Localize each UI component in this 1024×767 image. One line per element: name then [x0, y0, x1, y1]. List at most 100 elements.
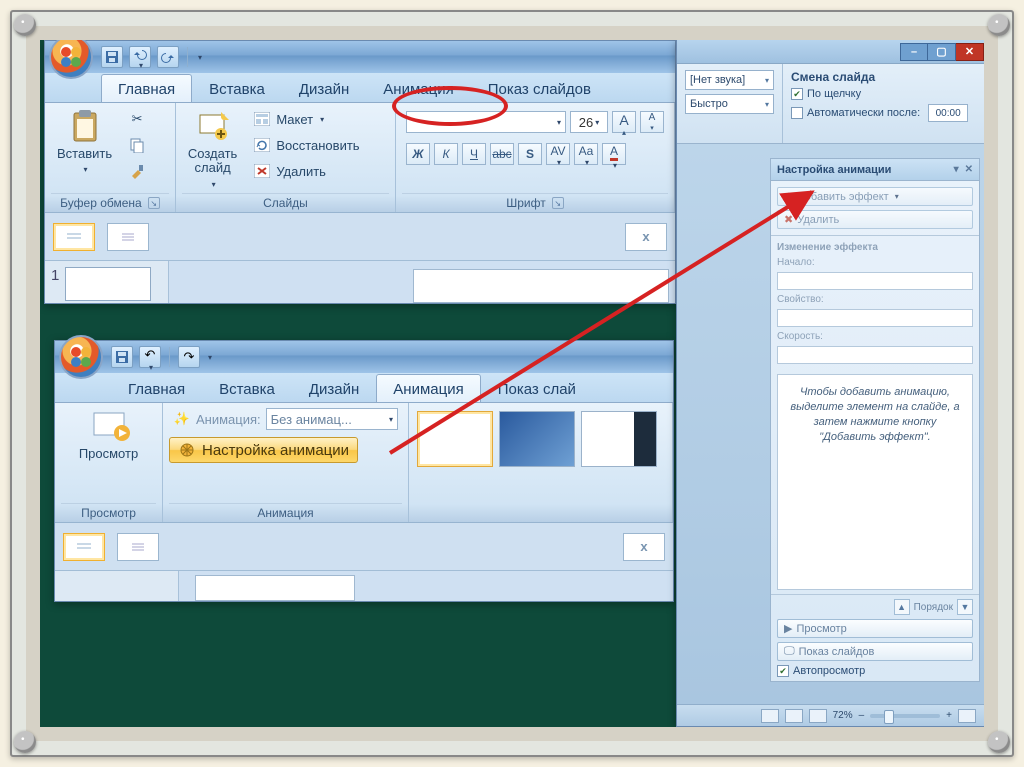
change-case-button[interactable]: Aa▾ — [574, 143, 598, 165]
tab-animation[interactable]: Анимация — [376, 374, 480, 402]
zoom-in-button[interactable]: + — [946, 710, 952, 721]
undo-icon[interactable]: ↶▾ — [139, 346, 161, 368]
undo-icon[interactable]: ▾ — [129, 46, 151, 68]
paste-button[interactable]: Вставить ▾ — [51, 107, 118, 176]
clipboard-icon — [68, 109, 102, 143]
slide-tabs-strip: x — [45, 213, 675, 261]
window-close-button[interactable]: ✕ — [956, 43, 984, 61]
move-down-button[interactable]: ▼ — [957, 599, 973, 615]
transition-options: [Нет звука]▾ Быстро▾ Смена слайда ✔По ще… — [677, 64, 984, 144]
reset-button[interactable]: Восстановить — [249, 133, 363, 157]
taskpane-menu-icon[interactable]: ▾ — [954, 164, 959, 175]
delete-label: Удалить — [276, 164, 326, 179]
play-button[interactable]: ▶Просмотр — [777, 619, 973, 638]
move-up-button[interactable]: ▲ — [894, 599, 910, 615]
dialog-launcher-icon[interactable]: ↘ — [148, 197, 160, 209]
zoom-slider[interactable] — [870, 714, 940, 718]
font-family-combo[interactable]: ▾ — [406, 111, 566, 133]
italic-button[interactable]: К — [434, 143, 458, 165]
preview-icon — [92, 409, 126, 443]
underline-button[interactable]: Ч — [462, 143, 486, 165]
slides-tab[interactable] — [107, 223, 149, 251]
shrink-font-button[interactable]: A▾ — [640, 111, 664, 133]
tab-design[interactable]: Дизайн — [292, 374, 376, 402]
clipboard-group-label: Буфер обмена — [60, 196, 142, 210]
animation-combo[interactable]: Без анимац...▾ — [266, 408, 398, 430]
play-icon: ▶ — [784, 622, 792, 635]
char-spacing-button[interactable]: AV▾ — [546, 143, 570, 165]
dialog-launcher-icon[interactable]: ↘ — [552, 197, 564, 209]
outline-tab[interactable] — [63, 533, 105, 561]
font-size-combo[interactable]: 26▾ — [570, 111, 608, 133]
close-pane-button[interactable]: x — [623, 533, 665, 561]
copy-button[interactable] — [124, 133, 150, 157]
grow-font-button[interactable]: A▴ — [612, 111, 636, 133]
close-pane-button[interactable]: x — [625, 223, 667, 251]
scissors-icon: ✂ — [128, 110, 146, 128]
taskpane-close-icon[interactable]: ✕ — [965, 164, 973, 175]
ribbon-animation: Просмотр Просмотр ✨ Анимация: Без анимац… — [55, 403, 673, 523]
transition-gallery[interactable] — [411, 405, 663, 473]
tab-home[interactable]: Главная — [101, 74, 192, 102]
slide-thumbnail[interactable] — [195, 575, 355, 601]
after-time-field[interactable]: 00:00 — [928, 104, 968, 122]
minimize-button[interactable]: – — [900, 43, 928, 61]
view-slideshow-button[interactable] — [809, 709, 827, 723]
zoom-value: 72% — [833, 710, 853, 721]
font-color-button[interactable]: A▾ — [602, 143, 626, 165]
fit-window-button[interactable] — [958, 709, 976, 723]
chevron-down-icon: ▾ — [212, 180, 216, 189]
autopreview-check[interactable]: ✔Автопросмотр — [777, 665, 973, 677]
speed-combo[interactable] — [777, 346, 973, 364]
tab-insert[interactable]: Вставка — [192, 74, 282, 102]
maximize-button[interactable]: ▢ — [928, 43, 956, 61]
outline-tab[interactable] — [53, 223, 95, 251]
redo-icon[interactable]: ↷ — [178, 346, 200, 368]
delete-slide-button[interactable]: Удалить — [249, 159, 363, 183]
add-effect-button[interactable]: ✦ Добавить эффект ▾ — [777, 187, 973, 206]
transition-sound-combo[interactable]: [Нет звука]▾ — [685, 70, 774, 90]
redo-icon[interactable] — [157, 46, 179, 68]
custom-animation-button[interactable]: Настройка анимации — [169, 437, 358, 463]
slideshow-button[interactable]: 🖵Показ слайдов — [777, 642, 973, 661]
slide-index: 1 — [51, 267, 59, 297]
cut-button[interactable]: ✂ — [124, 107, 150, 131]
tab-home[interactable]: Главная — [111, 374, 202, 402]
advance-after-check[interactable]: Автоматически после:00:00 — [791, 104, 976, 122]
tab-design[interactable]: Дизайн — [282, 74, 366, 102]
remove-effect-button[interactable]: ✖ Удалить — [777, 210, 973, 229]
tab-slideshow[interactable]: Показ слайдов — [471, 74, 608, 102]
slide-tabs-strip: x — [55, 523, 673, 571]
slide-canvas[interactable] — [413, 269, 669, 303]
reorder-row: ▲ Порядок ▼ — [777, 599, 973, 615]
strikethrough-button[interactable]: abc — [490, 143, 514, 165]
delete-icon — [253, 162, 271, 180]
bold-button[interactable]: Ж — [406, 143, 430, 165]
qat-customize-icon[interactable]: ▾ — [198, 53, 202, 62]
text-shadow-button[interactable]: S — [518, 143, 542, 165]
transition-speed-combo[interactable]: Быстро▾ — [685, 94, 774, 114]
advance-onclick-check[interactable]: ✔По щелчку — [791, 88, 976, 100]
zoom-out-button[interactable]: – — [859, 710, 865, 721]
view-sorter-button[interactable] — [785, 709, 803, 723]
tab-animation[interactable]: Анимация — [366, 74, 470, 102]
slide-thumbnail[interactable] — [65, 267, 151, 301]
titlebar-top: ▾ ▾ — [45, 41, 675, 73]
transition-fade[interactable] — [499, 411, 575, 467]
start-combo[interactable] — [777, 272, 973, 290]
slides-tab[interactable] — [117, 533, 159, 561]
save-icon[interactable] — [101, 46, 123, 68]
new-slide-button[interactable]: Создать слайд ▾ — [182, 107, 243, 191]
add-effect-label: Добавить эффект — [797, 191, 888, 203]
tab-slideshow[interactable]: Показ слай — [481, 374, 593, 402]
property-combo[interactable] — [777, 309, 973, 327]
transition-wipe[interactable] — [581, 411, 657, 467]
layout-button[interactable]: Макет▾ — [249, 107, 363, 131]
preview-button[interactable]: Просмотр — [73, 407, 144, 463]
transition-none[interactable] — [417, 411, 493, 467]
office-button[interactable] — [59, 335, 103, 379]
save-icon[interactable] — [111, 346, 133, 368]
view-normal-button[interactable] — [761, 709, 779, 723]
tab-insert[interactable]: Вставка — [202, 374, 292, 402]
format-painter-button[interactable] — [124, 159, 150, 183]
